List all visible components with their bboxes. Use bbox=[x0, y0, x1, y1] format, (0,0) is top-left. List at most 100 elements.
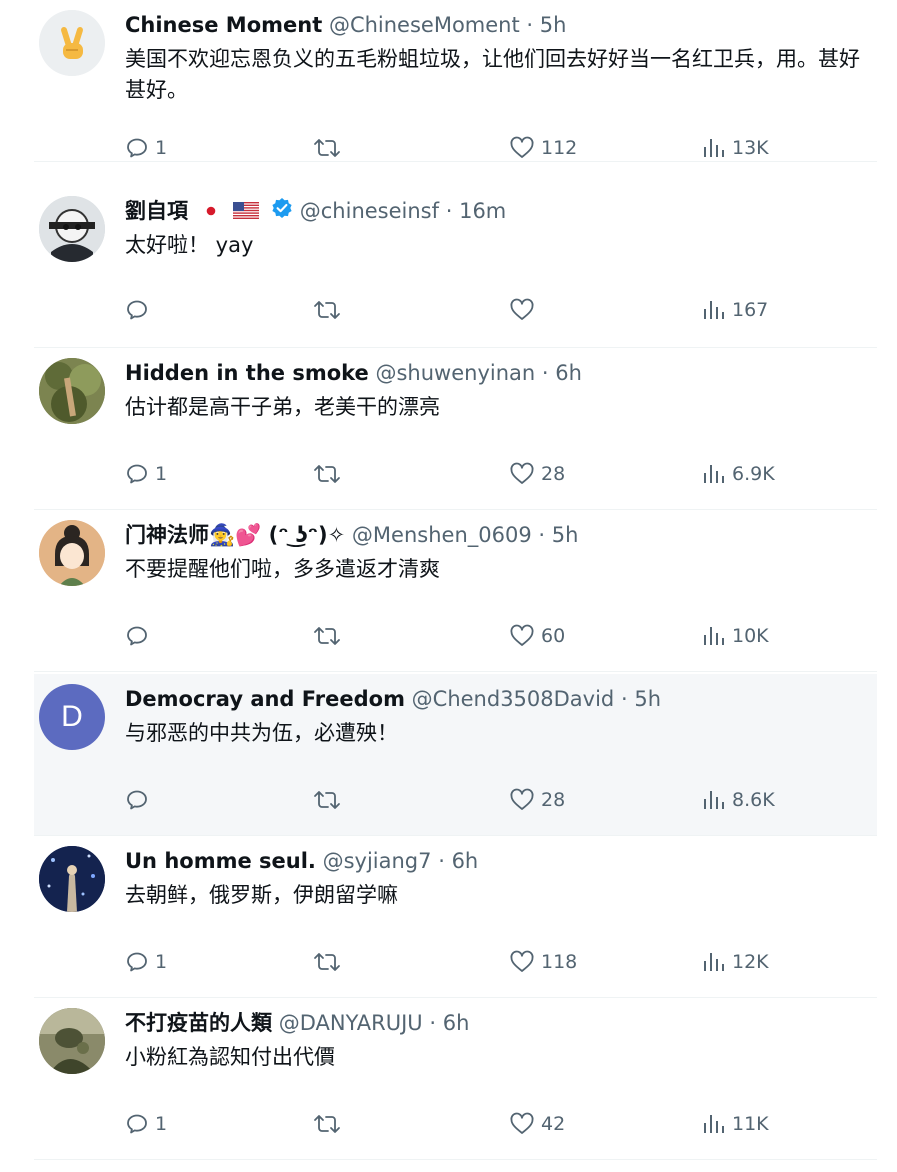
retweet-button[interactable] bbox=[313, 134, 341, 162]
retweet-icon bbox=[314, 791, 340, 809]
views-button[interactable]: 11K bbox=[702, 1110, 769, 1138]
separator: · bbox=[620, 687, 628, 711]
reply-count: 1 bbox=[155, 1113, 168, 1135]
night-sky-avatar[interactable] bbox=[39, 846, 105, 912]
us-flag-icon bbox=[233, 197, 260, 226]
soldier-photo-avatar[interactable] bbox=[39, 1008, 105, 1074]
like-button[interactable]: 60 bbox=[509, 622, 565, 650]
masked-character-avatar[interactable] bbox=[39, 196, 105, 262]
views-button[interactable]: 8.6K bbox=[702, 786, 775, 814]
tweet-text: 去朝鲜，俄罗斯，伊朗留学嘛 bbox=[125, 883, 398, 907]
timestamp[interactable]: 6h bbox=[443, 1011, 470, 1035]
reply-icon bbox=[127, 464, 147, 484]
display-name[interactable]: 门神法师 bbox=[125, 523, 209, 547]
views-button[interactable]: 10K bbox=[702, 622, 769, 650]
like-button[interactable]: 28 bbox=[509, 786, 565, 814]
like-button[interactable]: 28 bbox=[509, 460, 565, 488]
reply-button[interactable]: 1 bbox=[125, 948, 167, 976]
retweet-button[interactable] bbox=[313, 948, 341, 976]
display-name[interactable]: Hidden in the smoke bbox=[125, 361, 369, 385]
tweet-text: 美国不欢迎忘恩负义的五毛粉蛆垃圾，让他们回去好好当一名红卫兵，用。甚好甚好。 bbox=[125, 47, 860, 102]
views-bar-chart-icon bbox=[704, 1115, 724, 1133]
handle[interactable]: @ChineseMoment bbox=[329, 13, 520, 37]
retweet-button[interactable] bbox=[313, 1110, 341, 1138]
timestamp[interactable]: 6h bbox=[555, 361, 582, 385]
reply-button[interactable] bbox=[125, 296, 155, 324]
victory-hand-icon[interactable] bbox=[39, 10, 105, 76]
timestamp[interactable]: 5h bbox=[540, 13, 567, 37]
like-count: 60 bbox=[541, 625, 566, 647]
views-bar-chart-icon bbox=[704, 627, 724, 645]
like-count: 112 bbox=[541, 137, 578, 159]
tweet-header: Hidden in the smoke @shuwenyinan · 6h bbox=[125, 358, 869, 388]
tweet[interactable]: Hidden in the smoke @shuwenyinan · 6h 估计… bbox=[34, 348, 877, 510]
verified-badge-icon[interactable] bbox=[271, 197, 293, 226]
views-button[interactable]: 12K bbox=[702, 948, 769, 976]
retweet-button[interactable] bbox=[313, 460, 341, 488]
tweet-header: Democray and Freedom @Chend3508David · 5… bbox=[125, 684, 869, 714]
views-bar-chart-icon bbox=[704, 791, 724, 809]
handle[interactable]: @Menshen_0609 bbox=[352, 523, 532, 547]
retweet-button[interactable] bbox=[313, 296, 341, 324]
like-button[interactable]: 112 bbox=[509, 134, 577, 162]
tweet[interactable]: 不打疫苗的人類 @DANYARUJU · 6h 小粉紅為認知付出代價 1 42 … bbox=[34, 998, 877, 1160]
views-bar-chart-icon bbox=[704, 465, 724, 483]
reply-icon bbox=[127, 1114, 147, 1134]
display-name[interactable]: 劉自項 bbox=[125, 199, 188, 223]
tweet-text: 不要提醒他们啦，多多遣返才清爽 bbox=[125, 557, 440, 581]
like-count: 118 bbox=[541, 951, 578, 973]
tweet[interactable]: 门神法师🧙‍♀️💕 (ᵔ ͜ʖᵔ)✧ @Menshen_0609 · 5h 不要… bbox=[34, 510, 877, 672]
reply-button[interactable]: 1 bbox=[125, 134, 167, 162]
like-button[interactable]: 42 bbox=[509, 1110, 565, 1138]
handle[interactable]: @chineseinsf bbox=[300, 199, 439, 223]
tweet-text: 与邪恶的中共为伍，必遭殃！ bbox=[125, 721, 398, 745]
avatar-letter: D bbox=[61, 700, 83, 733]
views-button[interactable]: 167 bbox=[702, 296, 768, 324]
timestamp[interactable]: 5h bbox=[634, 687, 661, 711]
views-count: 13K bbox=[732, 137, 769, 159]
like-button[interactable]: 118 bbox=[509, 948, 577, 976]
timestamp[interactable]: 6h bbox=[452, 849, 479, 873]
handle[interactable]: @shuwenyinan bbox=[375, 361, 535, 385]
reply-button[interactable] bbox=[125, 786, 155, 814]
reply-button[interactable]: 1 bbox=[125, 1110, 167, 1138]
reply-button[interactable]: 1 bbox=[125, 460, 167, 488]
tweet[interactable]: Chinese Moment @ChineseMoment · 5h 美国不欢迎… bbox=[34, 0, 877, 162]
foliage-photo-avatar[interactable] bbox=[39, 358, 105, 424]
like-count: 28 bbox=[541, 789, 566, 811]
display-name[interactable]: 不打疫苗的人類 bbox=[125, 1011, 272, 1035]
tweet-header: 劉自項 @chineseinsf · 16m bbox=[125, 196, 869, 226]
retweet-icon bbox=[314, 627, 340, 645]
heart-icon bbox=[510, 950, 534, 972]
handle[interactable]: @Chend3508David bbox=[412, 687, 615, 711]
timestamp[interactable]: 5h bbox=[552, 523, 579, 547]
separator: · bbox=[438, 849, 445, 873]
like-button[interactable] bbox=[509, 296, 541, 324]
handle[interactable]: @DANYARUJU bbox=[279, 1011, 423, 1035]
tweet[interactable]: Un homme seul. @syjiang7 · 6h 去朝鲜，俄罗斯，伊朗… bbox=[34, 836, 877, 998]
tweet-actions: 28 8.6K bbox=[125, 786, 877, 814]
reply-icon bbox=[127, 138, 147, 158]
letter-d-avatar[interactable]: D bbox=[39, 684, 105, 750]
views-button[interactable]: 13K bbox=[702, 134, 769, 162]
like-count: 42 bbox=[541, 1113, 566, 1135]
retweet-button[interactable] bbox=[313, 786, 341, 814]
cartoon-woman-avatar[interactable] bbox=[39, 520, 105, 586]
reply-icon bbox=[127, 626, 147, 646]
views-bar-chart-icon bbox=[704, 139, 724, 157]
timestamp[interactable]: 16m bbox=[459, 199, 506, 223]
display-name[interactable]: Un homme seul. bbox=[125, 849, 316, 873]
tweet[interactable]: 劉自項 @chineseinsf · 16m 太好啦！ yay 167 bbox=[34, 186, 877, 348]
tweet-header: 不打疫苗的人類 @DANYARUJU · 6h bbox=[125, 1008, 869, 1038]
separator: · bbox=[445, 199, 453, 223]
display-name[interactable]: Chinese Moment bbox=[125, 13, 322, 37]
retweet-icon bbox=[314, 301, 340, 319]
retweet-icon bbox=[314, 953, 340, 971]
views-button[interactable]: 6.9K bbox=[702, 460, 775, 488]
display-name[interactable]: Democray and Freedom bbox=[125, 687, 405, 711]
tweet[interactable]: D Democray and Freedom @Chend3508David ·… bbox=[34, 674, 877, 836]
like-count: 28 bbox=[541, 463, 566, 485]
retweet-button[interactable] bbox=[313, 622, 341, 650]
reply-button[interactable] bbox=[125, 622, 155, 650]
handle[interactable]: @syjiang7 bbox=[323, 849, 432, 873]
